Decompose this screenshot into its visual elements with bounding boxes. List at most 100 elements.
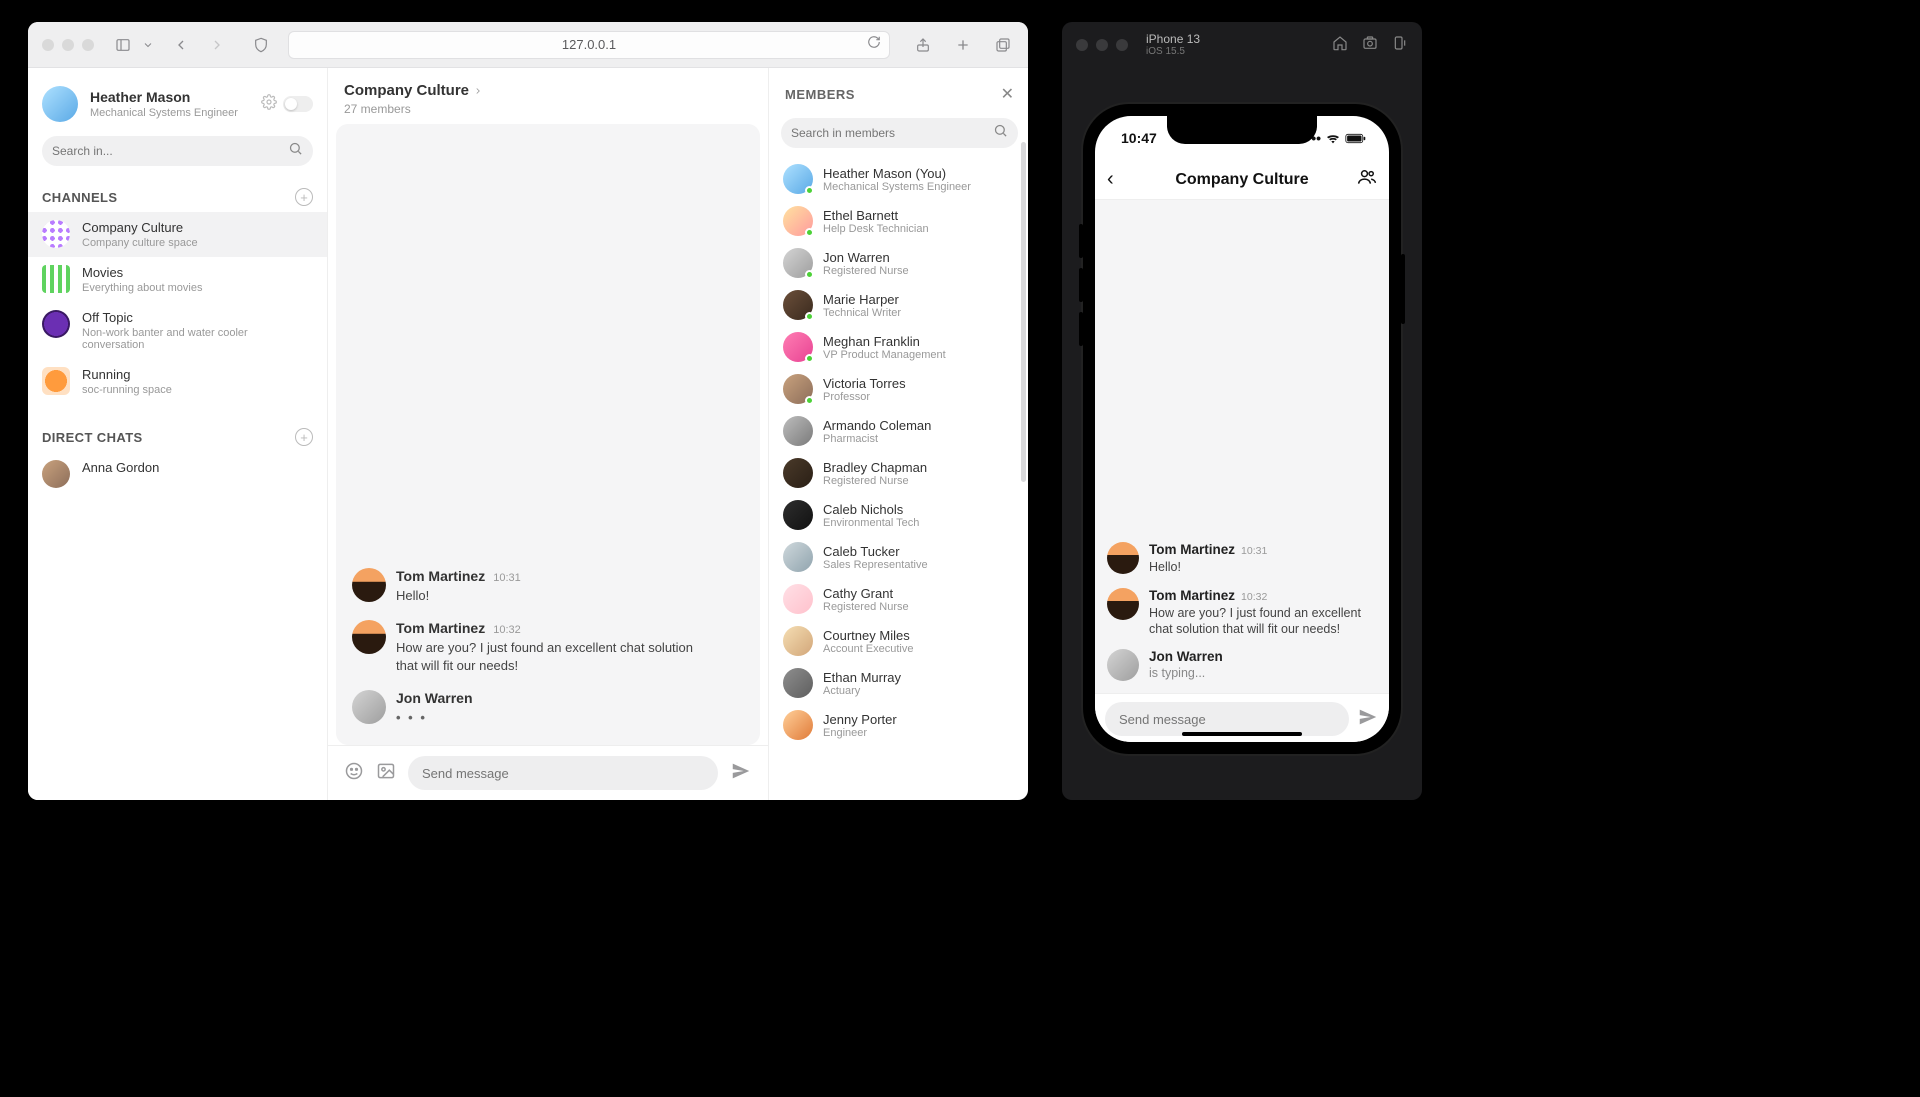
message-time: 10:32	[1241, 591, 1267, 603]
sidebar-search[interactable]	[42, 136, 313, 166]
members-icon[interactable]	[1357, 167, 1377, 192]
new-tab-icon[interactable]	[952, 34, 974, 56]
back-button[interactable]	[170, 34, 192, 56]
members-title: MEMBERS	[785, 87, 855, 102]
rotate-icon[interactable]	[1392, 35, 1408, 56]
mobile-room-title: Company Culture	[1175, 171, 1308, 189]
member-role: Sales Representative	[823, 559, 928, 571]
member-row[interactable]: Victoria TorresProfessor	[779, 368, 1020, 410]
channel-item[interactable]: Movies Everything about movies	[28, 257, 327, 302]
message-author: Tom Martinez	[396, 620, 485, 636]
back-icon[interactable]: ‹	[1107, 168, 1114, 191]
member-name: Meghan Franklin	[823, 334, 946, 349]
message-author: Tom Martinez	[396, 568, 485, 584]
home-icon[interactable]	[1332, 35, 1348, 56]
member-row[interactable]: Bradley ChapmanRegistered Nurse	[779, 452, 1020, 494]
chevron-down-icon[interactable]	[142, 34, 154, 56]
member-avatar	[783, 332, 813, 362]
composer-input[interactable]	[422, 766, 704, 781]
mobile-input-wrap[interactable]	[1105, 702, 1349, 736]
dm-item[interactable]: Anna Gordon	[28, 452, 327, 496]
message-body: How are you? I just found an excellent c…	[396, 639, 716, 674]
safari-window: 127.0.0.1 Heather Mason Mechanical Syste…	[28, 22, 1028, 800]
members-list[interactable]: Heather Mason (You)Mechanical Systems En…	[771, 158, 1028, 800]
presence-dot-icon	[805, 186, 814, 195]
member-row[interactable]: Heather Mason (You)Mechanical Systems En…	[779, 158, 1020, 200]
chat-scroll-area[interactable]: Tom Martinez 10:31 Hello! Tom Martinez 1…	[336, 124, 760, 745]
message-body: Hello!	[396, 587, 521, 605]
channel-item[interactable]: Company Culture Company culture space	[28, 212, 327, 257]
channel-item[interactable]: Off Topic Non-work banter and water cool…	[28, 302, 327, 359]
minimize-window-dot[interactable]	[62, 39, 74, 51]
members-search[interactable]	[781, 118, 1018, 148]
phone-screen: 10:47 •••• ‹ Company Culture	[1095, 116, 1389, 742]
maximize-window-dot[interactable]	[82, 39, 94, 51]
member-row[interactable]: Armando ColemanPharmacist	[779, 410, 1020, 452]
main-column: Company Culture 27 members Tom Martinez …	[328, 68, 768, 800]
member-row[interactable]: Caleb NicholsEnvironmental Tech	[779, 494, 1020, 536]
close-icon[interactable]: ✕	[1001, 84, 1014, 104]
member-avatar	[783, 584, 813, 614]
member-row[interactable]: Ethel BarnettHelp Desk Technician	[779, 200, 1020, 242]
typing-indicator-icon: • • •	[396, 709, 473, 727]
add-channel-button[interactable]: +	[295, 188, 313, 206]
share-icon[interactable]	[912, 34, 934, 56]
window-traffic-lights[interactable]	[42, 39, 94, 51]
url-bar[interactable]: 127.0.0.1	[288, 31, 890, 59]
close-window-dot[interactable]	[42, 39, 54, 51]
presence-dot-icon	[805, 270, 814, 279]
attach-image-icon[interactable]	[376, 761, 396, 786]
message-avatar[interactable]	[1107, 649, 1139, 681]
screenshot-icon[interactable]	[1362, 35, 1378, 56]
profile-name: Heather Mason	[90, 89, 238, 105]
message-author: Jon Warren	[396, 690, 473, 706]
tabs-overview-icon[interactable]	[992, 34, 1014, 56]
minimize-window-dot[interactable]	[1096, 39, 1108, 51]
composer-input-wrap[interactable]	[408, 756, 718, 790]
close-window-dot[interactable]	[1076, 39, 1088, 51]
privacy-shield-icon[interactable]	[250, 34, 272, 56]
message-avatar[interactable]	[1107, 542, 1139, 574]
member-row[interactable]: Marie HarperTechnical Writer	[779, 284, 1020, 326]
forward-button[interactable]	[206, 34, 228, 56]
message-avatar[interactable]	[352, 690, 386, 724]
room-name-row[interactable]: Company Culture	[344, 82, 483, 99]
sidebar-toggle-icon[interactable]	[112, 34, 134, 56]
home-indicator[interactable]	[1182, 732, 1302, 736]
window-traffic-lights[interactable]	[1076, 39, 1128, 51]
presence-toggle[interactable]	[283, 96, 313, 112]
member-row[interactable]: Ethan MurrayActuary	[779, 662, 1020, 704]
member-row[interactable]: Caleb TuckerSales Representative	[779, 536, 1020, 578]
member-role: Actuary	[823, 685, 901, 697]
member-avatar	[783, 626, 813, 656]
mobile-composer-input[interactable]	[1119, 712, 1335, 727]
mobile-chat-area[interactable]: Tom Martinez 10:31 Hello! Tom Martinez	[1095, 200, 1389, 693]
message-time: 10:31	[493, 572, 521, 584]
settings-gear-icon[interactable]	[261, 94, 277, 115]
refresh-icon[interactable]	[867, 35, 881, 54]
member-avatar	[783, 164, 813, 194]
message-avatar[interactable]	[1107, 588, 1139, 620]
sidebar-search-input[interactable]	[52, 144, 288, 158]
message-avatar[interactable]	[352, 620, 386, 654]
member-row[interactable]: Jon WarrenRegistered Nurse	[779, 242, 1020, 284]
scrollbar-thumb[interactable]	[1021, 142, 1026, 482]
member-row[interactable]: Courtney MilesAccount Executive	[779, 620, 1020, 662]
profile-avatar[interactable]	[42, 86, 78, 122]
maximize-window-dot[interactable]	[1116, 39, 1128, 51]
mobile-header: ‹ Company Culture	[1095, 160, 1389, 200]
member-row[interactable]: Meghan FranklinVP Product Management	[779, 326, 1020, 368]
channel-desc: Non-work banter and water cooler convers…	[82, 327, 313, 351]
member-row[interactable]: Jenny PorterEngineer	[779, 704, 1020, 746]
add-dm-button[interactable]: +	[295, 428, 313, 446]
emoji-icon[interactable]	[344, 761, 364, 786]
members-panel: MEMBERS ✕ Heather Mason (You)Mechanical …	[768, 68, 1028, 800]
member-name: Ethan Murray	[823, 670, 901, 685]
send-icon[interactable]	[730, 760, 752, 787]
member-name: Jenny Porter	[823, 712, 897, 727]
message-avatar[interactable]	[352, 568, 386, 602]
member-row[interactable]: Cathy GrantRegistered Nurse	[779, 578, 1020, 620]
members-search-input[interactable]	[791, 126, 993, 140]
channel-item[interactable]: Running soc-running space	[28, 359, 327, 404]
send-icon[interactable]	[1357, 706, 1379, 733]
